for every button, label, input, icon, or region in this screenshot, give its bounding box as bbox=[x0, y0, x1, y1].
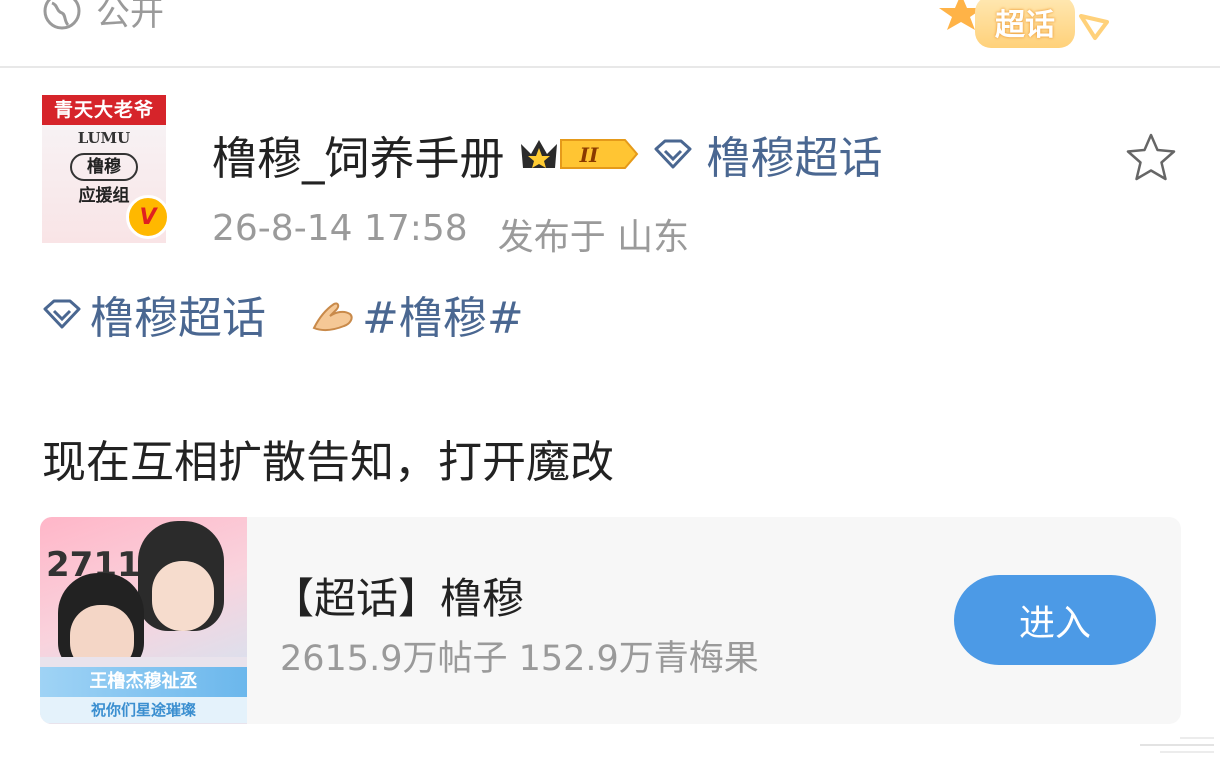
diamond-icon bbox=[43, 299, 81, 329]
cover-face-1 bbox=[152, 561, 214, 631]
play-badge-icon bbox=[1079, 14, 1109, 40]
post-timestamp: 26-8-14 17:58 bbox=[212, 208, 468, 249]
supertopic-cover-image: 2711 王橹杰穆祉丞 祝你们星途璀璨 bbox=[40, 517, 247, 724]
post-tags: 橹穆超话 #橹穆# bbox=[42, 282, 524, 346]
supertopic-tag[interactable]: 橹穆超话 bbox=[42, 282, 266, 346]
supertopic-card[interactable]: 2711 王橹杰穆祉丞 祝你们星途璀璨 【超话】橹穆 2615.9万帖子 152… bbox=[40, 517, 1181, 724]
supertopic-badge[interactable]: 超话 bbox=[935, 0, 1120, 70]
enter-button[interactable]: 进入 bbox=[954, 575, 1156, 665]
topic-tag-label: #橹穆# bbox=[362, 293, 524, 344]
avatar-lumu-text: LUMU bbox=[77, 129, 131, 147]
supertopic-tag-label: 橹穆超话 bbox=[90, 293, 266, 344]
top-bar: 公开 超话 bbox=[0, 0, 1220, 68]
supertopic-link[interactable]: 橹穆超话 bbox=[653, 122, 883, 186]
pinching-hands-icon bbox=[312, 302, 353, 332]
crown-level-badge-icon: II bbox=[520, 139, 638, 169]
card-title: 【超话】橹穆 bbox=[272, 574, 525, 623]
visibility-indicator[interactable]: 公开 bbox=[42, 0, 164, 35]
avatar-name-text: 橹穆 bbox=[70, 153, 138, 181]
cover-subtitle: 祝你们星途璀璨 bbox=[40, 697, 247, 723]
watermark-icon bbox=[1140, 737, 1214, 753]
post-body: 现在互相扩散告知，打开魔改 bbox=[42, 437, 614, 488]
post-location: 发布于 山东 bbox=[497, 217, 690, 258]
author-row: 橹穆_饲养手册 II 橹穆超话 bbox=[212, 122, 883, 187]
cover-banner: 王橹杰穆祉丞 bbox=[40, 667, 247, 697]
favorite-star-icon[interactable] bbox=[1124, 131, 1178, 185]
diamond-icon bbox=[654, 139, 692, 169]
avatar-top-text: 青天大老爷 bbox=[42, 95, 166, 125]
verified-badge-icon: V bbox=[126, 195, 170, 239]
card-stats: 2615.9万帖子 152.9万青梅果 bbox=[280, 639, 759, 679]
level-badge-text: II bbox=[578, 143, 598, 167]
topic-tag[interactable]: #橹穆# bbox=[310, 282, 524, 346]
supertopic-badge-label: 超话 bbox=[975, 0, 1075, 48]
author-name[interactable]: 橹穆_饲养手册 bbox=[212, 122, 505, 187]
supertopic-link-label: 橹穆超话 bbox=[706, 133, 883, 184]
author-avatar[interactable]: 青天大老爷 LUMU 橹穆 应援组 V bbox=[42, 95, 170, 243]
post-meta: 26-8-14 17:58 发布于 山东 bbox=[212, 208, 689, 260]
visibility-label: 公开 bbox=[96, 0, 164, 34]
globe-icon bbox=[43, 0, 81, 29]
